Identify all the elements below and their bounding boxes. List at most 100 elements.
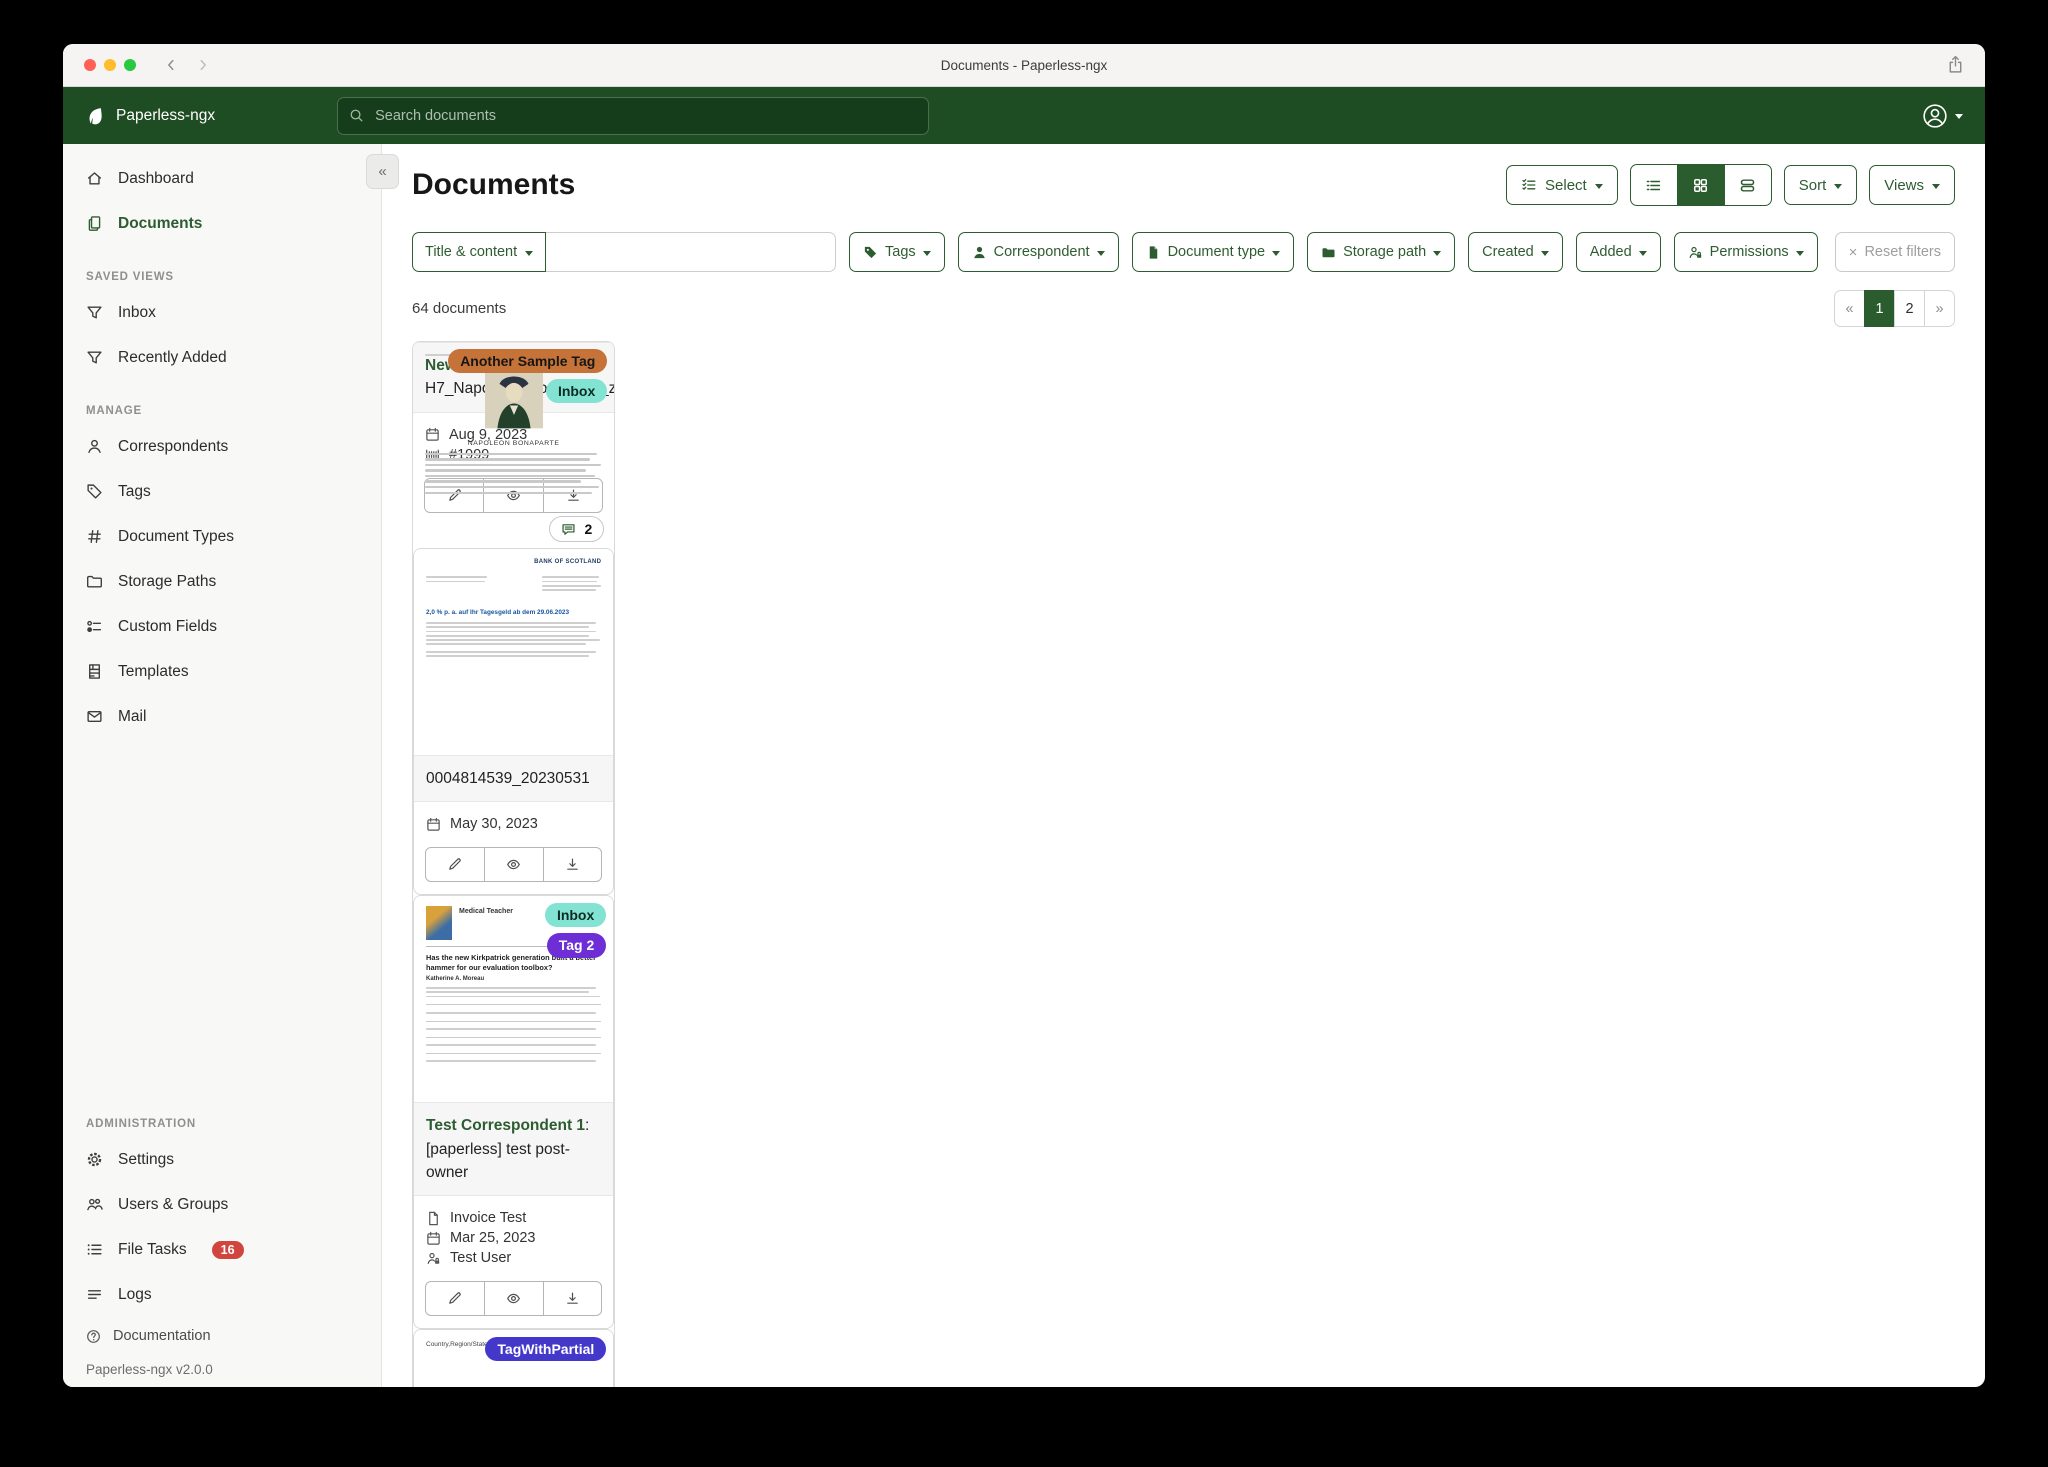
userlock-icon xyxy=(1688,245,1703,260)
sidebar-item-logs[interactable]: Logs xyxy=(63,1272,381,1317)
chevron-down-icon xyxy=(1594,183,1603,189)
filter-storage-path-button[interactable]: Storage path xyxy=(1307,232,1456,272)
filter-created-button[interactable]: Created xyxy=(1468,232,1563,272)
title-content-input[interactable] xyxy=(546,232,836,272)
sidebar-item-recently-added[interactable]: Recently Added xyxy=(63,335,381,380)
views-button[interactable]: Views xyxy=(1869,165,1955,205)
meta-userlock[interactable]: Test User xyxy=(426,1250,601,1266)
sidebar-item-inbox[interactable]: Inbox xyxy=(63,290,381,335)
tag-pill[interactable]: Inbox xyxy=(544,903,607,928)
hash-icon xyxy=(86,528,103,545)
close-window-button[interactable] xyxy=(84,59,96,71)
sidebar: Dashboard Documents SAVED VIEWS Inbox Recent… xyxy=(63,144,382,1387)
view-mode-list-button[interactable] xyxy=(1629,164,1678,206)
tag-list: Another Sample Tag Inbox xyxy=(448,349,608,404)
sidebar-item-templates[interactable]: Templates xyxy=(63,649,381,694)
browser-forward-icon[interactable] xyxy=(196,58,210,72)
document-count: 64 documents xyxy=(412,300,507,317)
fields-icon xyxy=(86,618,103,635)
user-menu[interactable] xyxy=(1922,103,1963,129)
sidebar-item-storage-paths[interactable]: Storage Paths xyxy=(63,559,381,604)
search-input[interactable] xyxy=(373,106,918,125)
filter-added-button[interactable]: Added xyxy=(1575,232,1661,272)
sidebar-item-dashboard[interactable]: Dashboard xyxy=(63,156,381,201)
sidebar-item-mail[interactable]: Mail xyxy=(63,694,381,739)
minimize-window-button[interactable] xyxy=(104,59,116,71)
meta-calendar[interactable]: May 30, 2023 xyxy=(426,816,601,832)
view-mode-grid-button[interactable] xyxy=(1676,164,1725,206)
browser-back-icon[interactable] xyxy=(164,58,178,72)
toolbar: Select Sort Views xyxy=(1506,164,1955,206)
document-thumbnail: Country,Region/State,TagWithPartial1 xyxy=(414,1330,614,1387)
download-icon xyxy=(565,857,580,872)
sidebar-item-custom-fields[interactable]: Custom Fields xyxy=(63,604,381,649)
docs-icon xyxy=(86,215,103,232)
filter-permissions-button[interactable]: Permissions xyxy=(1673,232,1818,272)
sidebar-item-tags[interactable]: Tags xyxy=(63,469,381,514)
tag-pill[interactable]: Tag 2 xyxy=(546,933,607,958)
chevron-down-icon xyxy=(1638,250,1647,256)
document-card[interactable]: Country,Region/State,TagWithPartial1 tab… xyxy=(413,1329,615,1387)
tag-pill[interactable]: Inbox xyxy=(545,379,608,404)
sidebar-item-file-tasks[interactable]: File Tasks 16 xyxy=(63,1227,381,1272)
search-bar[interactable] xyxy=(337,96,930,135)
document-correspondent[interactable]: Test Correspondent 1 xyxy=(426,1117,585,1134)
filter-tags-button[interactable]: Tags xyxy=(849,232,945,272)
sidebar-item-correspondents[interactable]: Correspondents xyxy=(63,424,381,469)
avatar-icon xyxy=(1922,103,1948,129)
document-card[interactable]: Medical Teacher Has the new Kirkpatrick … xyxy=(413,895,615,1329)
sort-button[interactable]: Sort xyxy=(1783,165,1858,205)
preview-button[interactable] xyxy=(483,847,544,883)
sidebar-item-documents[interactable]: Documents xyxy=(63,201,381,246)
reset-filters-button[interactable]: × Reset filters xyxy=(1834,232,1955,272)
sidebar-item-document-types[interactable]: Document Types xyxy=(63,514,381,559)
document-card[interactable]: BANK OF SCOTLAND 2,0 % p. a. auf Ihr Tag… xyxy=(413,548,615,896)
template-icon xyxy=(86,663,103,680)
chevron-down-icon xyxy=(922,250,931,256)
preview-button[interactable] xyxy=(483,1281,544,1316)
document-meta: Invoice Test Mar 25, 2023 Test User xyxy=(414,1196,613,1272)
document-title: Test Correspondent 1: [paperless] test p… xyxy=(414,1102,614,1196)
paperless-leaf-icon xyxy=(85,106,105,126)
sidebar-item-users-groups[interactable]: Users & Groups xyxy=(63,1182,381,1227)
notes-badge[interactable]: 2 xyxy=(549,516,605,542)
edit-button[interactable] xyxy=(425,847,485,883)
page-button-»[interactable]: » xyxy=(1924,290,1955,327)
tag-pill[interactable]: Another Sample Tag xyxy=(448,349,608,374)
filter-correspondent-button[interactable]: Correspondent xyxy=(957,232,1119,272)
tag-pill[interactable]: TagWithPartial xyxy=(485,1337,607,1362)
gear-icon xyxy=(86,1151,103,1168)
download-icon xyxy=(565,1291,580,1306)
sidebar-section-heading: SAVED VIEWS xyxy=(86,271,174,283)
filter-document-type-button[interactable]: Document type xyxy=(1131,232,1295,272)
filter-icon xyxy=(86,349,103,366)
pagination: «1 2» xyxy=(1834,290,1955,327)
page-button-2[interactable]: 2 xyxy=(1894,290,1925,327)
grid-view-icon xyxy=(1692,177,1709,194)
meta-file[interactable]: Invoice Test xyxy=(426,1210,601,1226)
zoom-window-button[interactable] xyxy=(124,59,136,71)
page-button-«[interactable]: « xyxy=(1834,290,1865,327)
main-area: « Dashboard Documents SAVED VIEWS Inbox Rece… xyxy=(63,144,1985,1387)
view-mode-group xyxy=(1629,164,1772,206)
tagFill-icon xyxy=(863,245,878,260)
download-button[interactable] xyxy=(542,847,603,883)
page-button-1[interactable]: 1 xyxy=(1864,290,1895,327)
sidebar-collapse-button[interactable]: « xyxy=(366,154,399,189)
title-content-dropdown[interactable]: Title & content xyxy=(412,232,547,272)
download-button[interactable] xyxy=(542,1281,603,1316)
userlock-icon xyxy=(426,1251,441,1266)
edit-button[interactable] xyxy=(425,1281,485,1316)
meta-calendar[interactable]: Mar 25, 2023 xyxy=(426,1230,601,1246)
person-icon xyxy=(86,438,103,455)
document-card[interactable]: NAPOLEON BONAPARTE Another Sample Tag Inbo… xyxy=(412,341,616,1387)
select-list-icon xyxy=(1521,177,1537,193)
sidebar-item-settings[interactable]: Settings xyxy=(63,1137,381,1182)
view-mode-detail-button[interactable] xyxy=(1723,164,1772,206)
sidebar-item-documentation[interactable]: Documentation xyxy=(63,1317,381,1355)
logs-icon xyxy=(86,1286,103,1303)
share-icon[interactable] xyxy=(1946,55,1965,74)
question-icon xyxy=(86,1329,101,1344)
select-button[interactable]: Select xyxy=(1506,165,1618,205)
brand[interactable]: Paperless-ngx xyxy=(85,106,215,126)
